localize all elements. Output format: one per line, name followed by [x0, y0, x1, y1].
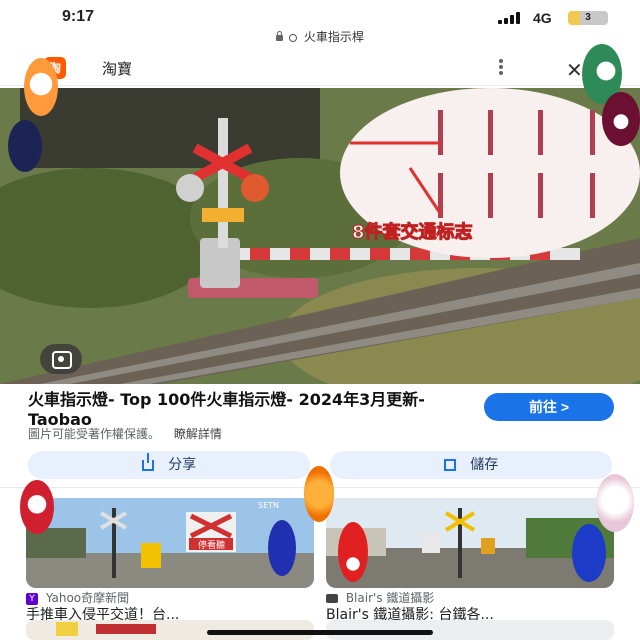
overlay-ball-red-2 — [338, 522, 368, 582]
network-label: 4G — [533, 10, 552, 26]
visit-button[interactable]: 前往 > — [484, 393, 614, 421]
overlay-ball-blue — [268, 520, 296, 576]
related-source: Y Yahoo奇摩新聞 — [26, 590, 314, 606]
url-text: 火車指示桿 — [303, 30, 364, 44]
battery-label: 3 — [585, 12, 591, 23]
overlay-ball-navy — [8, 120, 42, 172]
source-name: Yahoo奇摩新聞 — [45, 591, 130, 605]
hero-banner-text: 8件套交通标志 — [352, 221, 473, 243]
more-icon[interactable] — [498, 59, 504, 77]
overlay-ball-maroon — [602, 92, 640, 146]
overlay-ball-orange-2 — [304, 466, 334, 522]
site-name[interactable]: 淘寶 — [102, 58, 132, 79]
share-icon — [141, 452, 154, 471]
lens-icon[interactable] — [40, 344, 82, 374]
overlay-ball-blue-2 — [572, 524, 606, 582]
share-button[interactable]: 分享 — [28, 451, 310, 479]
related-source: Blair's 鐵道攝影 — [326, 590, 614, 606]
railway-signal-photo: 8件套交通标志 — [0, 88, 640, 384]
result-title[interactable]: 火車指示燈- Top 100件火車指示燈- 2024年3月更新- Taobao — [28, 390, 468, 430]
battery-fill — [568, 11, 580, 25]
railway-photo — [326, 498, 614, 588]
camera-icon — [326, 594, 338, 603]
close-icon[interactable]: ✕ — [566, 58, 583, 82]
learn-more-link[interactable]: 瞭解詳情 — [174, 427, 222, 441]
lock-icon — [276, 30, 284, 41]
copyright-notice: 圖片可能受著作權保護。 — [28, 427, 161, 441]
search-icon — [288, 33, 297, 42]
status-time: 9:17 — [62, 8, 95, 25]
overlay-ball-orange — [24, 58, 58, 116]
related-card[interactable]: Blair's 鐵道攝影 Blair's 鐵道攝影: 台鐵各... — [326, 498, 614, 624]
stop-look-listen-sign: 停看聽 — [198, 539, 225, 551]
related-image[interactable] — [326, 498, 614, 588]
signal-icon — [498, 12, 524, 24]
hero-image[interactable]: 8件套交通标志 — [0, 88, 640, 384]
bookmark-icon — [443, 459, 456, 471]
overlay-ball-pink — [596, 474, 634, 532]
save-label: 儲存 — [470, 457, 499, 473]
source-name: Blair's 鐵道攝影 — [345, 591, 435, 605]
copyright-line: 圖片可能受著作權保護。 瞭解詳情 — [28, 425, 222, 442]
yahoo-icon: Y — [26, 592, 38, 605]
news-logo: SETN — [258, 501, 279, 510]
site-header: 淘 淘寶 ✕ — [0, 50, 640, 86]
save-button[interactable]: 儲存 — [330, 451, 612, 479]
battery-icon: 3 — [568, 11, 608, 25]
url-bar[interactable]: 火車指示桿 — [0, 28, 640, 46]
overlay-ball-red — [20, 480, 54, 534]
home-indicator — [207, 630, 433, 635]
share-label: 分享 — [168, 457, 197, 473]
